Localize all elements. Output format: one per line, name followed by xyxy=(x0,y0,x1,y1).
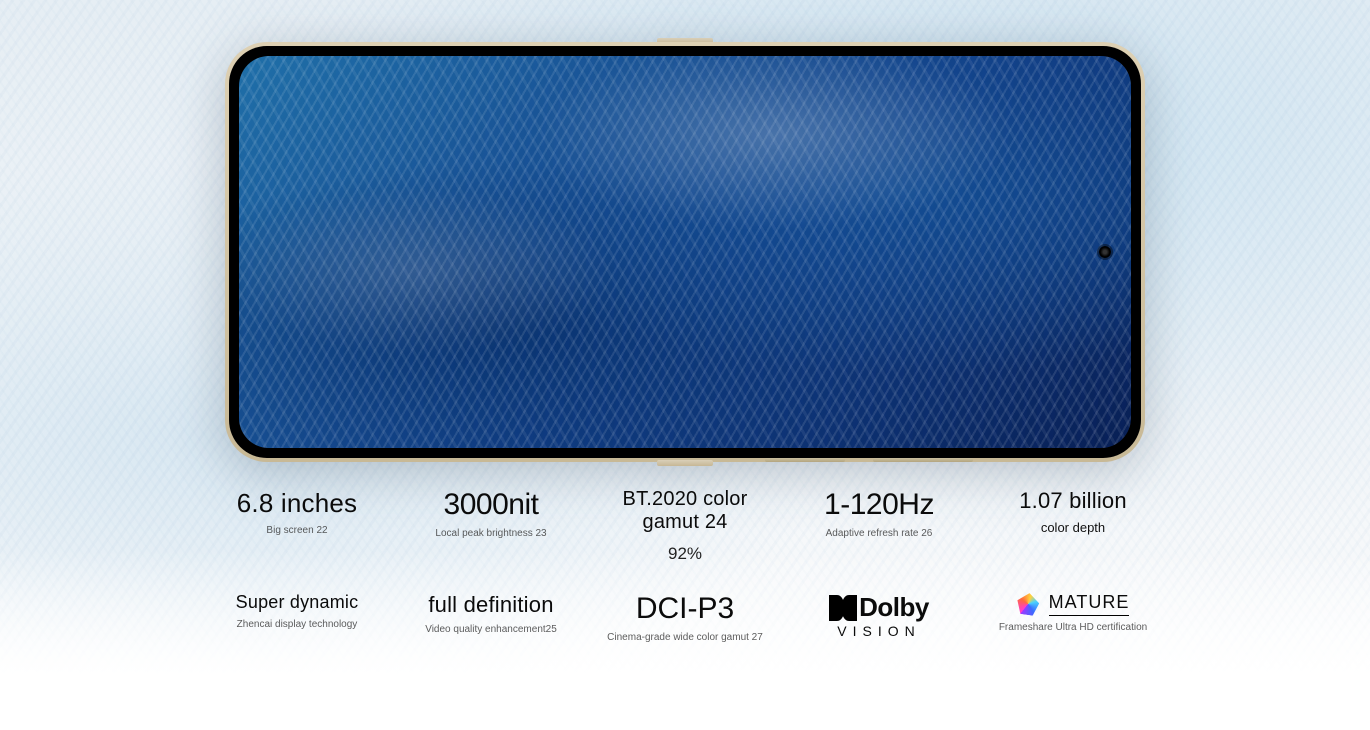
spec-mature-cert: MATURE Frameshare Ultra HD certification xyxy=(981,592,1165,643)
dolby-vision-logo: Dolby VISION xyxy=(829,592,929,639)
spec-foot: Zhencai display technology xyxy=(237,619,358,630)
spec-dolby-vision: Dolby VISION xyxy=(787,592,971,643)
spec-bt2020: BT.2020 color gamut 24 92% xyxy=(593,488,777,564)
phone-hinge-bottom xyxy=(657,460,713,466)
specs-grid: 6.8 inches Big screen 22 3000nit Local p… xyxy=(205,488,1165,643)
spec-dci-p3: DCI-P3 Cinema-grade wide color gamut 27 xyxy=(593,592,777,643)
spec-stat: DCI-P3 xyxy=(636,592,734,626)
spec-stat: 1.07 billion xyxy=(1019,488,1127,514)
phone-mockup xyxy=(225,42,1145,462)
spec-brightness: 3000nit Local peak brightness 23 xyxy=(399,488,583,564)
mature-logo-icon xyxy=(1015,592,1040,617)
spec-foot: Big screen 22 xyxy=(266,525,327,536)
spec-stat: 3000nit xyxy=(444,488,539,522)
phone-bezel xyxy=(229,46,1141,458)
spec-super-dynamic: Super dynamic Zhencai display technology xyxy=(205,592,389,643)
spec-stat: Super dynamic xyxy=(236,592,359,613)
spec-stat: 6.8 inches xyxy=(237,488,358,519)
spec-foot: color depth xyxy=(1041,520,1105,535)
spec-screen-size: 6.8 inches Big screen 22 xyxy=(205,488,389,564)
dolby-vision-label: VISION xyxy=(837,623,920,639)
spec-refresh-rate: 1-120Hz Adaptive refresh rate 26 xyxy=(787,488,971,564)
spec-foot: Video quality enhancement25 xyxy=(425,624,557,635)
punch-hole-camera-icon xyxy=(1099,246,1111,258)
phone-screen-ocean xyxy=(239,56,1131,448)
spec-foot: Frameshare Ultra HD certification xyxy=(999,622,1147,633)
spec-stat: full definition xyxy=(428,592,553,618)
spec-full-definition: full definition Video quality enhancemen… xyxy=(399,592,583,643)
spec-foot: Adaptive refresh rate 26 xyxy=(826,528,933,539)
spec-stat: 1-120Hz xyxy=(824,488,934,522)
spec-color-depth: 1.07 billion color depth xyxy=(981,488,1165,564)
spec-stat: BT.2020 color gamut 24 xyxy=(593,488,777,534)
spec-sub: 92% xyxy=(668,544,702,564)
phone-outer-frame xyxy=(225,42,1145,462)
spec-foot: Cinema-grade wide color gamut 27 xyxy=(607,632,763,643)
spec-foot: Local peak brightness 23 xyxy=(435,528,546,539)
dolby-d-icon xyxy=(829,595,857,621)
mature-label: MATURE xyxy=(1049,592,1130,616)
dolby-brand: Dolby xyxy=(859,592,929,623)
